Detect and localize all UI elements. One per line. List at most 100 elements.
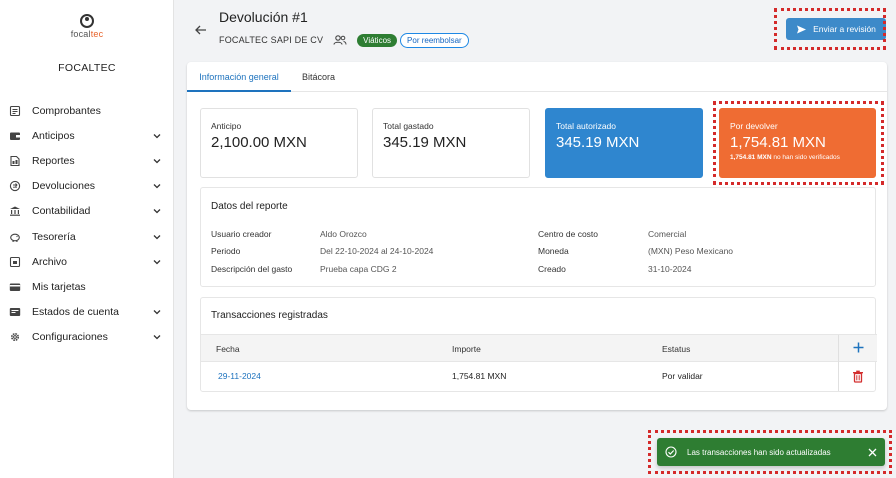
value-centro-costo: Comercial	[648, 229, 687, 239]
piggy-bank-icon	[9, 231, 21, 243]
stat-value: 345.19 MXN	[556, 134, 640, 151]
logo-mark-icon	[80, 14, 94, 28]
sidebar: focaltec FOCALTEC Comprobantes Anticipos…	[0, 0, 174, 478]
delete-trash-icon[interactable]	[852, 370, 864, 383]
transactions-section: Transacciones registradas Fecha Importe …	[200, 297, 877, 392]
credit-card-icon	[9, 281, 21, 293]
header-divider	[838, 335, 839, 363]
stat-label: Total gastado	[383, 121, 434, 131]
row-importe: 1,754.81 MXN	[452, 371, 507, 381]
value-moneda: (MXN) Peso Mexicano	[648, 246, 734, 256]
status-chip: Por reembolsar	[400, 32, 469, 48]
report-icon	[9, 155, 21, 167]
label-centro-costo: Centro de costo	[538, 229, 599, 239]
label-usuario-creador: Usuario creador	[211, 229, 272, 239]
transactions-table-header: Fecha Importe Estatus	[201, 334, 877, 363]
label-periodo: Periodo	[211, 246, 241, 256]
main-card: Información general Bitácora Anticipo 2,…	[187, 62, 887, 410]
stat-total-gastado: Total gastado 345.19 MXN	[372, 108, 530, 178]
sidebar-item-devoluciones[interactable]: Devoluciones	[0, 174, 174, 199]
brand-logo[interactable]: focaltec	[0, 14, 174, 39]
add-transaction-icon[interactable]	[852, 341, 865, 354]
stat-value: 1,754.81 MXN	[730, 134, 826, 151]
send-button-label: Enviar a revisión	[813, 24, 876, 34]
sidebar-item-mis-tarjetas[interactable]: Mis tarjetas	[0, 274, 174, 299]
sidebar-item-label: Devoluciones	[32, 180, 96, 193]
archive-icon	[9, 256, 21, 268]
sidebar-item-reportes[interactable]: Reportes	[0, 148, 174, 173]
header-subrow: FOCALTEC SAPI DE CV Viáticos Por reembol…	[219, 32, 472, 48]
sidebar-nav: Comprobantes Anticipos Reportes Devoluci…	[0, 98, 174, 350]
sidebar-item-label: Tesorería	[32, 230, 76, 243]
value-descripcion: Prueba capa CDG 2	[320, 264, 397, 274]
chevron-down-icon[interactable]	[152, 131, 162, 141]
sidebar-item-comprobantes[interactable]: Comprobantes	[0, 98, 174, 123]
send-to-review-button[interactable]: Enviar a revisión	[786, 18, 886, 40]
sidebar-item-label: Anticipos	[32, 129, 75, 142]
label-creado: Creado	[538, 264, 566, 274]
stat-anticipo: Anticipo 2,100.00 MXN	[200, 108, 358, 178]
chevron-down-icon[interactable]	[152, 232, 162, 242]
tab-informacion-general[interactable]: Información general	[187, 62, 291, 92]
label-descripcion: Descripción del gasto	[211, 264, 293, 274]
type-chip: Viáticos	[357, 33, 398, 47]
tabs: Información general Bitácora	[187, 62, 887, 92]
sidebar-item-label: Estados de cuenta	[32, 306, 119, 319]
value-creado: 31-10-2024	[648, 264, 692, 274]
bank-icon	[9, 205, 21, 217]
sidebar-item-configuraciones[interactable]: Configuraciones	[0, 325, 174, 350]
gear-icon	[9, 331, 21, 343]
chevron-down-icon[interactable]	[152, 156, 162, 166]
report-details-section: Datos del reporte Usuario creador Aldo O…	[200, 187, 876, 287]
chevron-down-icon[interactable]	[152, 257, 162, 267]
sidebar-item-label: Archivo	[32, 255, 68, 268]
row-fecha-link[interactable]: 29-11-2024	[218, 362, 261, 391]
stat-value: 345.19 MXN	[383, 134, 467, 151]
sidebar-item-estados-de-cuenta[interactable]: Estados de cuenta	[0, 300, 174, 325]
sidebar-item-label: Mis tarjetas	[32, 280, 86, 293]
sidebar-item-archivo[interactable]: Archivo	[0, 249, 174, 274]
stat-total-autorizado: Total autorizado 345.19 MXN	[545, 108, 703, 178]
stat-por-devolver: Por devolver 1,754.81 MXN 1,754.81 MXN n…	[719, 108, 876, 178]
chevron-down-icon[interactable]	[152, 206, 162, 216]
receipt-icon	[9, 105, 21, 117]
label-moneda: Moneda	[538, 246, 569, 256]
refund-icon	[9, 180, 21, 192]
sidebar-item-label: Reportes	[32, 154, 75, 167]
tab-bitacora[interactable]: Bitácora	[302, 62, 335, 92]
stat-value: 2,100.00 MXN	[211, 134, 307, 151]
sidebar-item-label: Comprobantes	[32, 104, 101, 117]
back-arrow-icon[interactable]	[193, 22, 209, 38]
value-usuario-creador: Aldo Orozco	[320, 229, 367, 239]
toast-message: Las transacciones han sido actualizadas	[687, 447, 831, 457]
people-icon[interactable]	[333, 33, 347, 47]
chevron-down-icon[interactable]	[152, 181, 162, 191]
wallet-icon	[9, 130, 21, 142]
chevron-down-icon[interactable]	[152, 307, 162, 317]
col-fecha[interactable]: Fecha	[216, 335, 240, 363]
sidebar-item-tesoreria[interactable]: Tesorería	[0, 224, 174, 249]
success-toast: Las transacciones han sido actualizadas	[657, 438, 885, 466]
company-name: FOCALTEC	[58, 62, 116, 74]
stat-label: Total autorizado	[556, 121, 617, 131]
col-estatus[interactable]: Estatus	[662, 335, 690, 363]
row-estatus: Por validar	[662, 371, 703, 381]
stat-note: 1,754.81 MXN no han sido verificados	[730, 154, 840, 161]
check-circle-icon	[665, 446, 677, 458]
statement-icon	[9, 306, 21, 318]
logo-text: focaltec	[70, 29, 104, 39]
company-subtitle: FOCALTEC SAPI DE CV	[219, 35, 324, 45]
sidebar-item-contabilidad[interactable]: Contabilidad	[0, 199, 174, 224]
chevron-down-icon[interactable]	[152, 332, 162, 342]
sidebar-item-label: Configuraciones	[32, 331, 108, 344]
report-section-title: Datos del reporte	[211, 201, 288, 212]
sidebar-item-anticipos[interactable]: Anticipos	[0, 123, 174, 148]
page-title: Devolución #1	[219, 9, 308, 25]
close-icon[interactable]	[868, 448, 877, 457]
sidebar-item-label: Contabilidad	[32, 205, 91, 218]
stat-label: Anticipo	[211, 121, 242, 131]
stat-label: Por devolver	[730, 121, 778, 131]
value-periodo: Del 22-10-2024 al 24-10-2024	[320, 246, 434, 256]
send-icon	[797, 25, 807, 33]
col-importe[interactable]: Importe	[452, 335, 481, 363]
